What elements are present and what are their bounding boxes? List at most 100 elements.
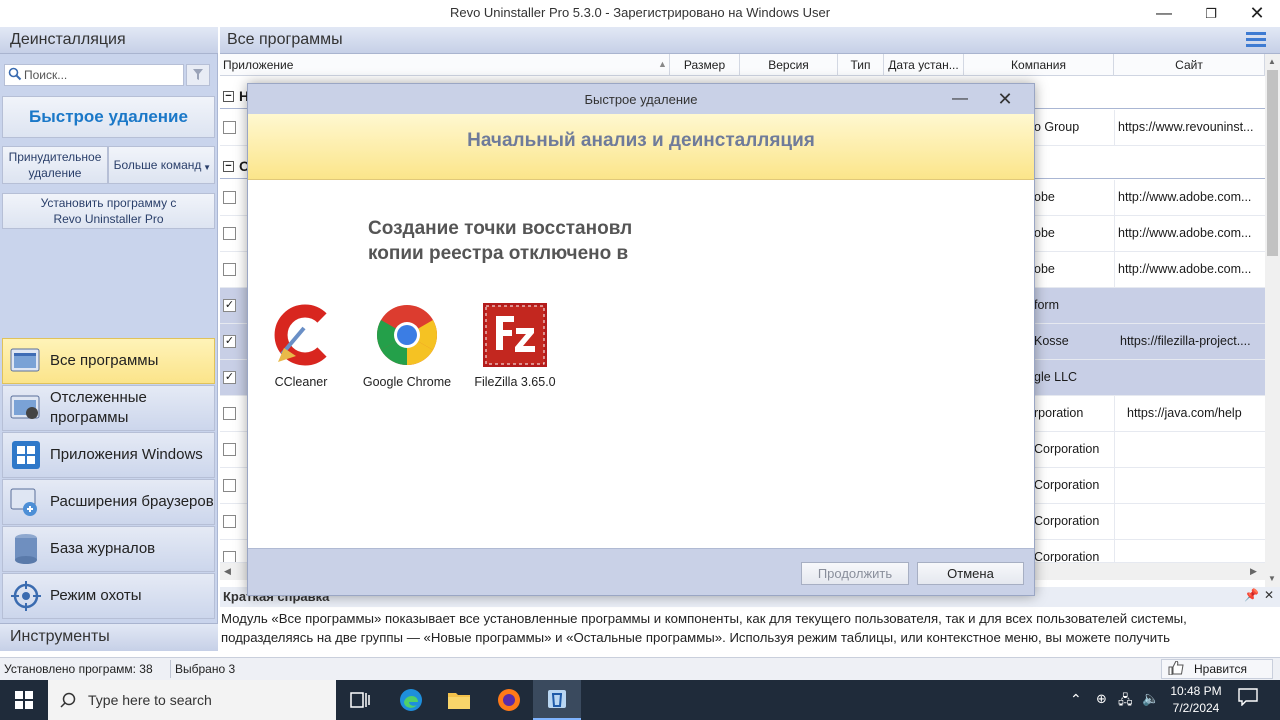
- clock-time: 10:48 PM: [1170, 684, 1222, 698]
- dialog-footer: Продолжить Отмена: [248, 548, 1034, 595]
- nav-label: Приложения Windows: [50, 446, 203, 463]
- row-site: https://java.com/help: [1127, 406, 1242, 420]
- restore-point-message: Создание точки восстановл копии реестра …: [368, 216, 655, 266]
- selected-count: Выбрано 3: [175, 662, 236, 676]
- like-button[interactable]: Нравится: [1161, 659, 1273, 679]
- scroll-down-icon[interactable]: ▼: [1268, 574, 1276, 583]
- row-checkbox[interactable]: [223, 191, 236, 204]
- row-checkbox[interactable]: [223, 443, 236, 456]
- nav-label: База журналов: [50, 540, 156, 557]
- tray-app-icon[interactable]: ⊕: [1096, 691, 1107, 707]
- taskbar-clock[interactable]: 10:48 PM 7/2/2024: [1164, 683, 1228, 717]
- column-divider: [1114, 216, 1115, 252]
- row-checkbox-checked[interactable]: ✓: [223, 335, 236, 348]
- column-divider: [1114, 468, 1115, 504]
- nav-browser-extensions[interactable]: Расширения браузеров: [2, 479, 215, 525]
- dropdown-arrow-icon: ▼: [203, 163, 211, 172]
- scroll-left-icon[interactable]: ◀: [224, 566, 231, 577]
- clock-date: 7/2/2024: [1172, 701, 1220, 715]
- sort-ascending-icon: ▲: [658, 59, 667, 69]
- pin-icon[interactable]: 📌: [1244, 588, 1259, 602]
- forced-uninstall-button[interactable]: Принудительное удаление: [2, 146, 108, 184]
- row-checkbox[interactable]: [223, 263, 236, 276]
- nav-label: Все программы: [50, 352, 159, 369]
- scroll-right-icon[interactable]: ▶: [1250, 566, 1257, 577]
- row-checkbox[interactable]: [223, 515, 236, 528]
- row-checkbox[interactable]: [223, 479, 236, 492]
- row-checkbox[interactable]: [223, 551, 236, 562]
- row-site: http://www.adobe.com...: [1118, 226, 1252, 240]
- volume-icon[interactable]: 🔈: [1142, 690, 1159, 707]
- title-bar: Revo Uninstaller Pro 5.3.0 - Зарегистрир…: [0, 0, 1280, 27]
- thumbs-up-icon: [1168, 659, 1184, 678]
- search-input[interactable]: Поиск...: [4, 64, 184, 86]
- app-name: FileZilla 3.65.0: [474, 375, 556, 389]
- view-menu-icon[interactable]: [1246, 31, 1266, 49]
- row-checkbox[interactable]: [223, 407, 236, 420]
- more-commands-label: Больше команд: [113, 158, 202, 172]
- collapse-icon[interactable]: −: [223, 91, 234, 102]
- nav-windows-apps[interactable]: Приложения Windows: [2, 432, 215, 478]
- close-button[interactable]: ✕: [1234, 0, 1280, 27]
- search-icon: [60, 692, 76, 708]
- taskbar-search-box[interactable]: Type here to search: [48, 680, 336, 720]
- column-divider: [1114, 540, 1115, 562]
- col-type[interactable]: Тип: [838, 54, 884, 76]
- row-checkbox[interactable]: [223, 121, 236, 134]
- col-application[interactable]: Приложение: [220, 54, 670, 76]
- scroll-up-icon[interactable]: ▲: [1268, 57, 1276, 66]
- row-checkbox[interactable]: [223, 227, 236, 240]
- message-line-1: Создание точки восстановл: [368, 218, 633, 239]
- nav-hunter-mode[interactable]: Режим охоты: [2, 573, 215, 619]
- quick-uninstall-button[interactable]: Быстрое удаление: [2, 96, 215, 138]
- install-with-revo-button[interactable]: Установить программу с Revo Uninstaller …: [2, 193, 215, 229]
- maximize-button[interactable]: ❐: [1188, 0, 1234, 27]
- network-icon[interactable]: 🖧: [1118, 691, 1133, 713]
- show-hidden-icons[interactable]: ⌃: [1070, 691, 1082, 708]
- more-commands-button[interactable]: Больше команд ▼: [108, 146, 215, 184]
- scroll-thumb[interactable]: [1267, 70, 1278, 256]
- minimize-button[interactable]: —: [1141, 0, 1187, 27]
- cancel-button[interactable]: Отмена: [917, 562, 1024, 585]
- row-company: obe: [1034, 190, 1055, 204]
- all-programs-icon: [10, 345, 42, 377]
- filter-button[interactable]: [186, 64, 210, 86]
- status-divider: [170, 660, 171, 678]
- col-install-date[interactable]: Дата устан...: [884, 54, 964, 76]
- status-bar: Установлено программ: 38 Выбрано 3: [0, 657, 1280, 680]
- close-help-icon[interactable]: ✕: [1264, 588, 1274, 602]
- tools-section-header[interactable]: Инструменты: [0, 623, 218, 651]
- notifications-icon[interactable]: [1238, 688, 1258, 708]
- dialog-minimize-button[interactable]: —: [948, 86, 972, 112]
- windows-logo-icon: [15, 691, 33, 709]
- continue-button[interactable]: Продолжить: [801, 562, 909, 585]
- collapse-icon[interactable]: −: [223, 161, 234, 172]
- edge-icon[interactable]: [395, 684, 427, 716]
- nav-logs-database[interactable]: База журналов: [2, 526, 215, 572]
- row-company: o Group: [1034, 120, 1080, 134]
- col-size[interactable]: Размер: [670, 54, 740, 76]
- col-company[interactable]: Компания: [964, 54, 1114, 76]
- row-site: http://www.adobe.com...: [1118, 262, 1252, 276]
- firefox-icon[interactable]: [493, 684, 525, 716]
- nav-all-programs[interactable]: Все программы: [2, 338, 215, 384]
- app-tile-filezilla: FileZilla 3.65.0: [460, 302, 570, 389]
- dialog-close-button[interactable]: ✕: [992, 86, 1018, 112]
- nav-traced-programs[interactable]: Отслеженные программы: [2, 385, 215, 431]
- taskbar-search-placeholder: Type here to search: [88, 692, 212, 708]
- taskbar: Type here to search ⌃ ⊕ 🖧 🔈 10:48 PM 7/2…: [0, 680, 1280, 720]
- quick-uninstall-dialog: Быстрое удаление — ✕ Начальный анализ и …: [247, 83, 1035, 596]
- col-version[interactable]: Версия: [740, 54, 838, 76]
- task-view-icon[interactable]: [344, 684, 376, 716]
- col-site[interactable]: Сайт: [1114, 54, 1265, 76]
- row-checkbox-checked[interactable]: ✓: [223, 371, 236, 384]
- windows-apps-icon: [10, 439, 42, 471]
- dialog-title: Быстрое удаление: [248, 84, 1034, 114]
- revo-uninstaller-taskbar-icon[interactable]: [533, 680, 581, 720]
- row-checkbox-checked[interactable]: ✓: [223, 299, 236, 312]
- file-explorer-icon[interactable]: [443, 684, 475, 716]
- installed-count: Установлено программ: 38: [4, 662, 153, 676]
- vertical-scrollbar[interactable]: ▲ ▼: [1265, 54, 1280, 590]
- window-title: Revo Uninstaller Pro 5.3.0 - Зарегистрир…: [449, 5, 831, 20]
- start-button[interactable]: [8, 684, 40, 716]
